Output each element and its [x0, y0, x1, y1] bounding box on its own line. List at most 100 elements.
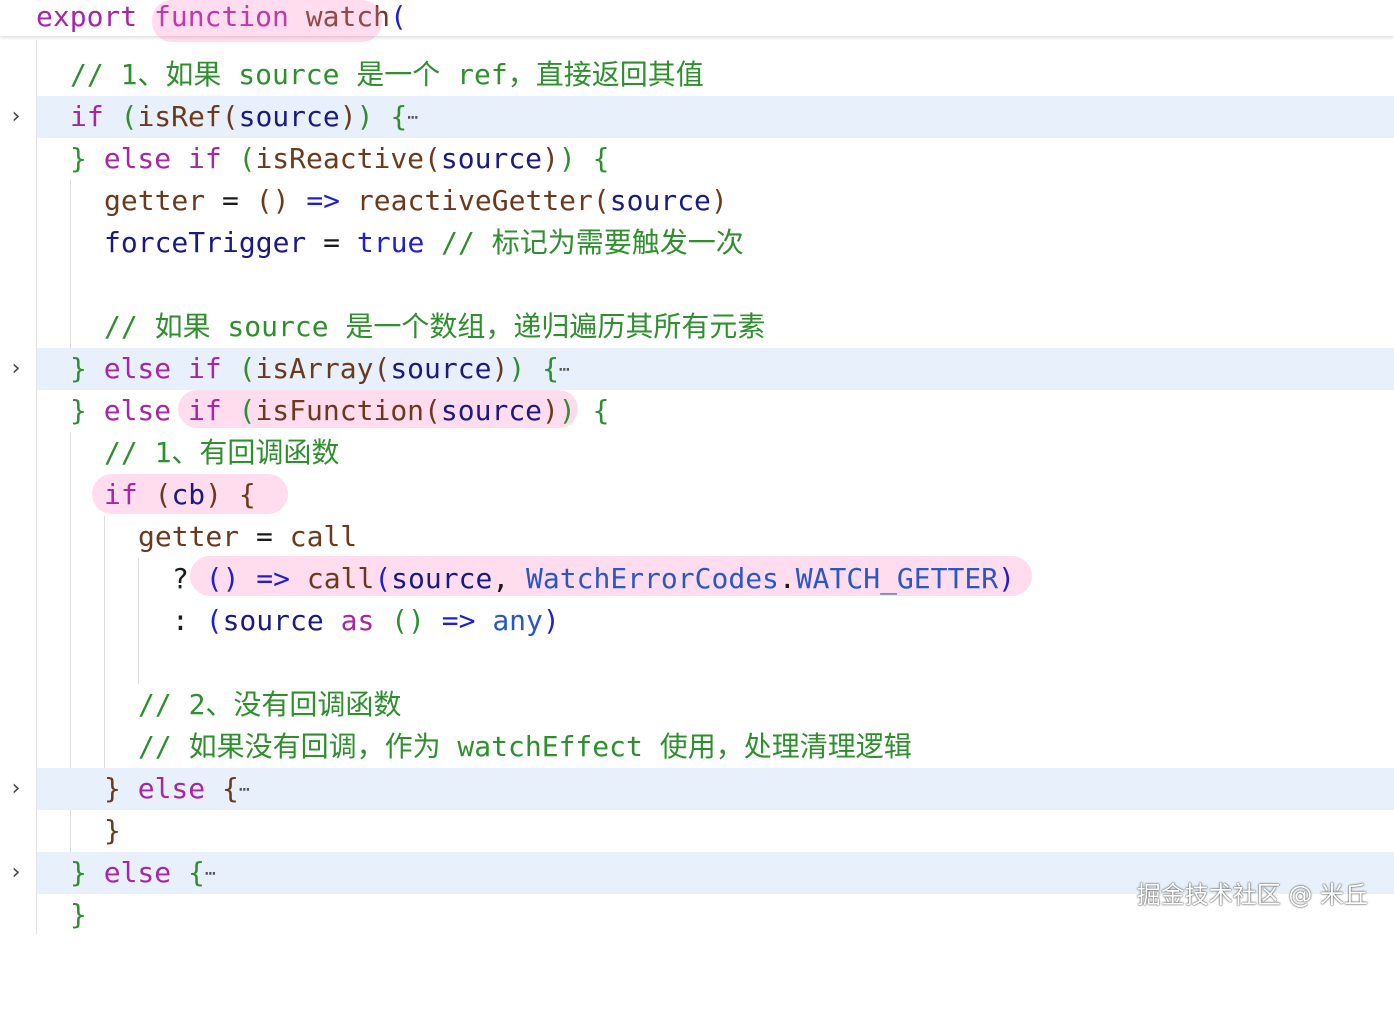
sticky-scroll-header[interactable]: export function watch(: [0, 0, 1394, 36]
paren: ): [542, 604, 560, 637]
paren: (: [238, 394, 256, 427]
keyword-as: as: [340, 604, 375, 637]
brace: {: [592, 142, 610, 175]
code-line[interactable]: // 2、没有回调函数: [0, 684, 1394, 726]
paren: (: [221, 100, 239, 133]
keyword-function: function: [154, 0, 289, 33]
keyword-else: else: [103, 856, 172, 889]
arrow: =>: [256, 562, 291, 595]
operator: =: [323, 226, 341, 259]
brace: {: [238, 478, 256, 511]
arrow: =>: [441, 604, 476, 637]
comment: // 1、如果 source 是一个 ref，直接返回其值: [70, 58, 704, 91]
paren: ): [356, 100, 374, 133]
brace: }: [70, 394, 87, 427]
chevron-right-icon[interactable]: ›: [6, 96, 26, 138]
call-name: reactiveGetter: [356, 184, 593, 217]
code-line[interactable]: } else if (isFunction(source)) {: [0, 390, 1394, 432]
identifier: forceTrigger: [104, 226, 307, 259]
paren: (): [391, 604, 425, 637]
paren: ): [508, 352, 526, 385]
call-name: call: [306, 562, 375, 595]
arrow: =>: [306, 184, 341, 217]
open-paren: (: [390, 0, 407, 33]
paren: ): [998, 562, 1015, 595]
watermark: 掘金技术社区 @ 米丘: [1136, 881, 1368, 909]
paren: (: [154, 478, 172, 511]
function-name: watch: [305, 0, 391, 33]
ellipsis-icon[interactable]: ⋯: [559, 359, 570, 380]
paren: (: [592, 184, 610, 217]
literal: true: [356, 226, 425, 259]
paren: (: [424, 394, 441, 427]
code-line-folded[interactable]: › } else if (isArray(source)) {⋯: [12, 348, 1394, 390]
code-line[interactable]: forceTrigger = true // 标记为需要触发一次: [0, 222, 1394, 264]
code-line-folded[interactable]: › } else {⋯: [12, 768, 1394, 810]
paren: ): [542, 142, 559, 175]
brace: }: [70, 856, 87, 889]
identifier: source: [391, 562, 493, 595]
identifier: source: [222, 604, 324, 637]
code-line[interactable]: // 1、有回调函数: [0, 432, 1394, 474]
paren: ): [339, 100, 357, 133]
paren: (: [238, 142, 256, 175]
code-line[interactable]: if (cb) {: [0, 474, 1394, 516]
identifier: getter: [104, 184, 206, 217]
comma: ,: [492, 562, 510, 595]
identifier: source: [440, 142, 543, 175]
identifier: cb: [171, 478, 206, 511]
operator: :: [172, 604, 189, 637]
ellipsis-icon[interactable]: ⋯: [205, 863, 216, 884]
keyword-if: if: [104, 478, 138, 511]
code-line-folded[interactable]: › if (isRef(source)) {⋯: [12, 96, 1394, 138]
code-line[interactable]: : (source as () => any): [0, 600, 1394, 642]
identifier: getter: [138, 520, 240, 553]
paren: ): [491, 352, 509, 385]
brace: }: [104, 772, 121, 805]
ellipsis-icon[interactable]: ⋯: [239, 779, 250, 800]
call-name: isArray: [255, 352, 374, 385]
enum-name: WatchErrorCodes: [526, 562, 779, 595]
keyword-if: if: [188, 352, 222, 385]
brace: }: [70, 898, 87, 931]
code-line[interactable]: // 如果 source 是一个数组，递归遍历其所有元素: [0, 306, 1394, 348]
brace: {: [592, 394, 610, 427]
code-line[interactable]: }: [0, 810, 1394, 852]
brace: {: [390, 100, 408, 133]
paren: (: [373, 352, 391, 385]
code-line[interactable]: ? () => call(source, WatchErrorCodes.WAT…: [0, 558, 1394, 600]
dot: .: [778, 562, 796, 595]
chevron-right-icon[interactable]: ›: [6, 348, 26, 390]
sticky-function-signature[interactable]: export function watch(: [36, 0, 407, 38]
code-editor[interactable]: export function watch( // 处理 source 参数 /…: [0, 0, 1394, 934]
paren: ): [558, 142, 576, 175]
keyword-if: if: [188, 394, 222, 427]
comment: // 标记为需要触发一次: [441, 226, 744, 259]
chevron-right-icon[interactable]: ›: [6, 768, 26, 810]
keyword-else: else: [103, 394, 172, 427]
comment: // 2、没有回调函数: [138, 688, 402, 721]
paren: ): [558, 394, 576, 427]
keyword-else: else: [103, 352, 172, 385]
call-name: isFunction: [255, 394, 425, 427]
paren: (): [255, 184, 290, 217]
keyword-export: export: [36, 0, 138, 33]
comment: // 如果没有回调，作为 watchEffect 使用，处理清理逻辑: [138, 730, 912, 763]
identifier: source: [238, 100, 340, 133]
code-line[interactable]: } else if (isReactive(source)) {: [0, 138, 1394, 180]
code-line[interactable]: getter = () => reactiveGetter(source): [0, 180, 1394, 222]
paren: ): [205, 478, 223, 511]
call-name: isReactive: [255, 142, 425, 175]
paren: (: [120, 100, 138, 133]
code-line[interactable]: getter = call: [0, 516, 1394, 558]
brace: }: [104, 814, 121, 847]
brace: {: [542, 352, 559, 385]
operator: ?: [172, 562, 189, 595]
paren: (: [374, 562, 392, 595]
paren: (): [205, 562, 240, 595]
keyword-if: if: [188, 142, 222, 175]
code-line[interactable]: // 如果没有回调，作为 watchEffect 使用，处理清理逻辑: [0, 726, 1394, 768]
ellipsis-icon[interactable]: ⋯: [407, 107, 418, 128]
chevron-right-icon[interactable]: ›: [6, 852, 26, 894]
code-line[interactable]: // 1、如果 source 是一个 ref，直接返回其值: [0, 54, 1394, 96]
